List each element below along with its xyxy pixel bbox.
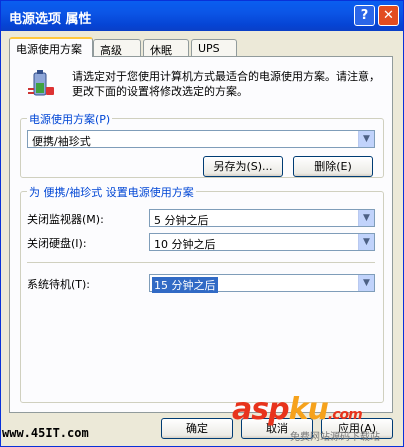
battery-plug-icon (28, 70, 54, 96)
harddisk-select-value: 10 分钟之后 (154, 238, 216, 251)
standby-select-value: 15 分钟之后 (152, 277, 218, 293)
close-button[interactable]: ✕ (378, 5, 399, 26)
monitor-label: 关闭监视器(M): (27, 213, 104, 226)
standby-select[interactable]: 15 分钟之后 ▼ (149, 274, 375, 293)
scheme-group: 电源使用方案(P) 便携/袖珍式 ▼ 另存为(S)... 删除(E) (20, 111, 384, 178)
monitor-select-value: 5 分钟之后 (154, 214, 209, 227)
standby-label: 系统待机(T): (27, 278, 91, 291)
monitor-select[interactable]: 5 分钟之后 ▼ (149, 209, 375, 227)
tab-hibernate[interactable]: 休眠 (143, 39, 189, 57)
brand-part-a: asp (232, 392, 290, 427)
settings-group: 为 便携/袖珍式 设置电源使用方案 关闭监视器(M): 5 分钟之后 ▼ 关闭硬… (20, 184, 384, 403)
brand-subtitle: 免费网站源码下载站 (290, 432, 380, 443)
save-as-button[interactable]: 另存为(S)... (203, 156, 283, 177)
properties-dialog: 电源选项 属性 ? ✕ 电源使用方案 高级 休眠 UPS 请选定对于您使用计算机… (0, 0, 404, 447)
help-button[interactable]: ? (354, 5, 375, 26)
chevron-down-icon[interactable]: ▼ (358, 210, 374, 226)
window-title: 电源选项 属性 (9, 12, 92, 27)
harddisk-select[interactable]: 10 分钟之后 ▼ (149, 233, 375, 251)
brand-watermark: aspku.com 免费网站源码下载站 (232, 392, 380, 443)
tab-panel: 请选定对于您使用计算机方式最适合的电源使用方案。请注意，更改下面的设置将修改选定… (9, 56, 393, 413)
chevron-down-icon[interactable]: ▼ (358, 131, 374, 147)
settings-divider (27, 262, 375, 263)
scheme-select[interactable]: 便携/袖珍式 ▼ (27, 130, 375, 148)
chevron-down-icon[interactable]: ▼ (358, 234, 374, 250)
scheme-select-value: 便携/袖珍式 (32, 135, 91, 148)
intro-text: 请选定对于您使用计算机方式最适合的电源使用方案。请注意，更改下面的设置将修改选定… (72, 70, 380, 98)
brand-part-c: .com (327, 407, 363, 423)
harddisk-label: 关闭硬盘(I): (27, 237, 87, 250)
tab-ups[interactable]: UPS (191, 39, 237, 56)
chevron-down-icon[interactable]: ▼ (358, 275, 374, 291)
delete-button[interactable]: 删除(E) (293, 156, 373, 177)
settings-group-title: 为 便携/袖珍式 设置电源使用方案 (27, 184, 196, 200)
scheme-group-title: 电源使用方案(P) (27, 111, 113, 127)
tab-power-schemes[interactable]: 电源使用方案 (9, 37, 93, 57)
title-bar[interactable]: 电源选项 属性 ? ✕ (1, 1, 403, 31)
brand-part-b: ku (288, 392, 329, 427)
site-watermark: www.45IT.com (2, 426, 89, 440)
ok-button[interactable]: 确定 (161, 418, 233, 439)
tab-advanced[interactable]: 高级 (93, 39, 141, 57)
